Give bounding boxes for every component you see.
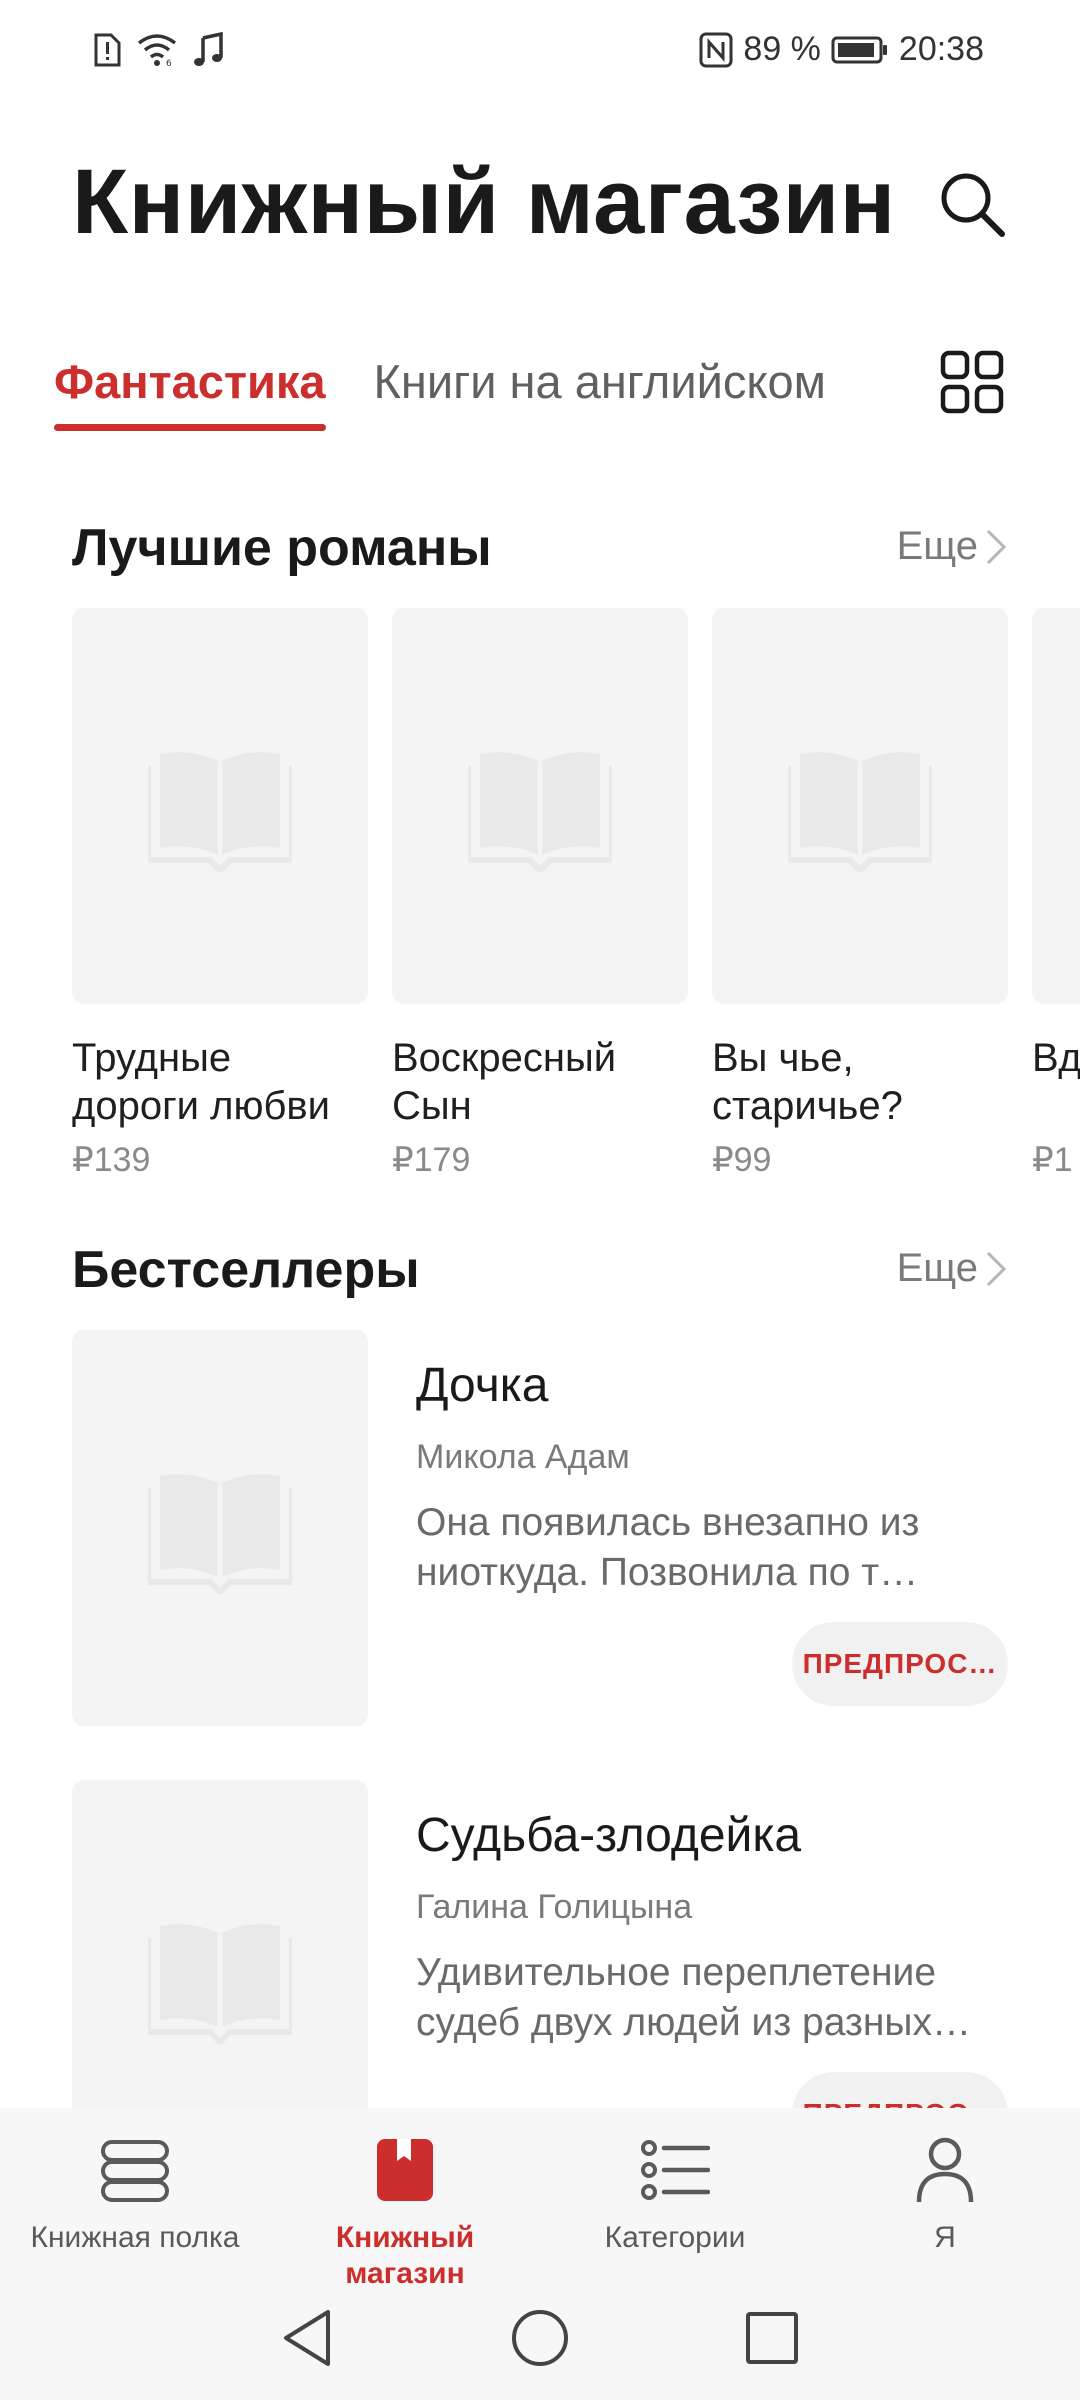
book-price: ₽139 [72,1141,151,1179]
book-title: Вы чье, старичье? [712,1036,903,1128]
grid-button[interactable] [940,350,1004,414]
profile-icon [907,2132,983,2208]
svg-text:6: 6 [166,59,172,67]
nav-label: Книжная полка [30,2221,240,2254]
search-icon [941,173,1005,237]
book-cover [1032,608,1080,1004]
section-bestsellers-header: Бестселлеры Еще [72,1240,1008,1310]
book-card[interactable]: Вд Са ₽1 [1032,608,1080,1180]
sim-alert-icon [92,32,122,68]
book-title: Судьба-злодейка [416,1809,802,1862]
more-label: Еще [896,1246,978,1290]
nav-bookstore[interactable]: Книжный магазин [270,2132,540,2292]
nav-label: Категории [604,2221,746,2254]
book-card[interactable]: Вы чье, старичье? ₽99 [712,608,1008,1180]
list-item[interactable]: Судьба-злодейка Галина Голицына Удивител… [72,1780,1008,2108]
book-description: Удивительное переплетение судеб двух люд… [416,1951,971,2044]
best-novels-carousel[interactable]: Трудные дороги любви ₽139 Воскресный Сын… [72,608,1080,1188]
book-price: ₽1 [1032,1141,1073,1179]
book-author: Галина Голицына [416,1888,693,1926]
nav-profile[interactable]: Я [810,2132,1080,2256]
section-title: Лучшие романы [72,519,492,577]
book-title: Трудные дороги любви [72,1036,330,1128]
preview-button[interactable]: ПРЕДПРОС… [792,2072,1008,2108]
book-placeholder-icon [788,752,932,872]
chevron-right-icon [986,529,1007,564]
book-cover [72,1780,368,2108]
book-title: Дочка [416,1359,549,1412]
bookshelf-icon [97,2132,173,2208]
recents-square-icon [746,2312,798,2364]
book-price: ₽179 [392,1141,471,1179]
preview-button[interactable]: ПРЕДПРОС… [792,1622,1008,1706]
book-placeholder-icon [468,752,612,872]
status-bar: 6 89 % 20:38 [0,0,1080,110]
categories-icon [637,2132,713,2208]
book-description: Она появилась внезапно из ниоткуда. Позв… [416,1501,920,1594]
category-tabs: Фантастика Книги на английском [54,340,874,440]
wifi-icon: 6 [136,33,178,67]
clock: 20:38 [898,30,984,68]
home-circle-icon [512,2310,568,2366]
book-price: ₽99 [712,1141,772,1179]
book-placeholder-icon [148,752,292,872]
book-cover [712,608,1008,1004]
more-label: Еще [896,524,978,568]
book-placeholder-icon [148,1924,292,2044]
book-title: Вд Са [1032,1036,1080,1080]
list-item[interactable]: Дочка Микола Адам Она появилась внезапно… [72,1330,1008,1730]
more-link[interactable]: Еще [897,1246,1008,1291]
tab-fantastika[interactable]: Фантастика [54,340,326,440]
bookstore-icon [367,2132,443,2208]
more-link[interactable]: Еще [897,524,1008,569]
page-title: Книжный магазин [72,151,896,253]
book-placeholder-icon [148,1474,292,1594]
back-triangle-icon [284,2310,330,2366]
section-title: Бестселлеры [72,1241,420,1299]
book-title: Воскресный Сын [392,1036,617,1128]
system-navigation [0,2280,1080,2400]
back-button[interactable] [276,2306,340,2370]
nav-label: Я [934,2221,956,2254]
section-best-novels-header: Лучшие романы Еще [72,518,1008,588]
home-button[interactable] [508,2306,572,2370]
book-card[interactable]: Трудные дороги любви ₽139 [72,608,368,1180]
battery-icon [831,35,889,65]
book-card[interactable]: Воскресный Сын ₽179 [392,608,688,1180]
book-author: Микола Адам [416,1438,630,1476]
search-button[interactable] [932,164,1012,244]
tab-english-books[interactable]: Книги на английском [374,340,826,440]
nav-bookshelf[interactable]: Книжная полка [0,2132,270,2256]
chevron-right-icon [986,1251,1007,1286]
nfc-icon [699,32,733,68]
book-cover [392,608,688,1004]
book-cover [72,1330,368,1726]
nav-categories[interactable]: Категории [540,2132,810,2256]
book-cover [72,608,368,1004]
grid-icon [940,350,1004,414]
battery-percent: 89 % [743,30,821,68]
recents-button[interactable] [740,2306,804,2370]
music-note-icon [192,32,224,68]
